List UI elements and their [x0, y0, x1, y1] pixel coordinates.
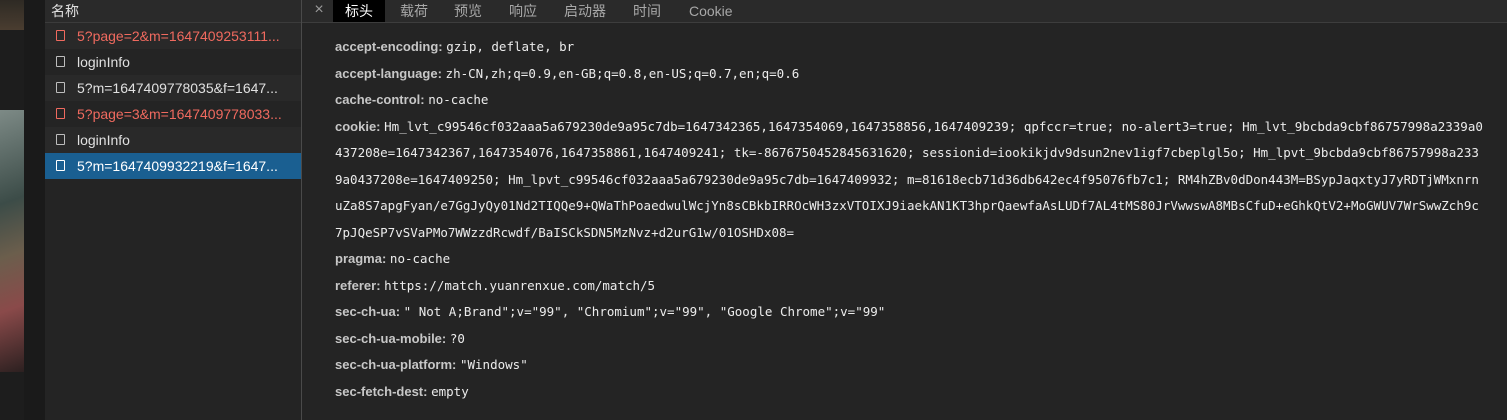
- request-name: loginInfo: [77, 54, 130, 70]
- document-icon: [56, 30, 65, 41]
- header-row: sec-ch-ua-mobile: ?0: [335, 326, 1499, 353]
- header-key: cookie:: [335, 118, 381, 134]
- tab-response[interactable]: 响应: [509, 0, 537, 22]
- tab-preview[interactable]: 预览: [454, 0, 482, 22]
- page-preview-strip: [0, 0, 45, 420]
- header-value: " Not A;Brand";v="99", "Chromium";v="99"…: [403, 304, 886, 319]
- header-key: referer:: [335, 277, 381, 293]
- request-row[interactable]: 5?page=3&m=1647409778033...: [45, 101, 301, 127]
- header-row: cookie: Hm_lvt_c99546cf032aaa5a679230de9…: [335, 114, 1483, 247]
- tab-timing[interactable]: 时间: [633, 0, 661, 22]
- header-key: accept-encoding:: [335, 39, 443, 54]
- request-detail-panel: × 标头 载荷 预览 响应 启动器 时间 Cookie accept-encod…: [302, 0, 1507, 420]
- document-icon: [56, 134, 65, 145]
- request-list-panel: 名称 5?page=2&m=1647409253111... loginInfo…: [45, 0, 302, 420]
- header-row: sec-fetch-dest: empty: [335, 379, 1499, 406]
- header-value: empty: [431, 383, 469, 399]
- tab-initiator[interactable]: 启动器: [564, 0, 606, 22]
- header-value: gzip, deflate, br: [446, 39, 575, 54]
- request-headers-list: accept-encoding: gzip, deflate, br accep…: [335, 34, 1499, 405]
- header-value: Hm_lvt_c99546cf032aaa5a679230de9a95c7db=…: [335, 118, 1483, 240]
- header-row: pragma: no-cache: [335, 246, 1499, 273]
- header-value: https://match.yuanrenxue.com/match/5: [384, 277, 656, 293]
- header-value: ?0: [449, 330, 465, 346]
- document-icon: [56, 82, 65, 93]
- document-icon: [56, 56, 65, 67]
- request-name: loginInfo: [77, 132, 130, 148]
- header-key: sec-fetch-dest:: [335, 383, 428, 399]
- request-row[interactable]: 5?m=1647409932219&f=1647...: [45, 153, 301, 179]
- header-row: cache-control: no-cache: [335, 87, 1499, 114]
- header-value: no-cache: [428, 92, 489, 107]
- header-row: accept-encoding: gzip, deflate, br: [335, 34, 1499, 61]
- request-list: 5?page=2&m=1647409253111... loginInfo 5?…: [45, 23, 301, 179]
- close-icon[interactable]: ×: [310, 0, 328, 22]
- panel-divider: [24, 0, 45, 420]
- header-value: zh-CN,zh;q=0.9,en-GB;q=0.8,en-US;q=0.7,e…: [445, 65, 800, 81]
- header-row: accept-language: zh-CN,zh;q=0.9,en-GB;q=…: [335, 61, 1499, 88]
- tab-payload[interactable]: 载荷: [400, 0, 428, 22]
- header-key: sec-ch-ua-mobile:: [335, 330, 447, 346]
- header-row: sec-ch-ua-platform: "Windows": [335, 352, 1499, 379]
- request-name: 5?page=2&m=1647409253111...: [77, 28, 280, 44]
- request-row[interactable]: 5?m=1647409778035&f=1647...: [45, 75, 301, 101]
- header-key: accept-language:: [335, 65, 442, 81]
- header-value: no-cache: [389, 251, 451, 266]
- request-row[interactable]: loginInfo: [45, 49, 301, 75]
- page-thumbnail-image: [0, 110, 24, 372]
- request-row[interactable]: loginInfo: [45, 127, 301, 153]
- tab-headers[interactable]: 标头: [333, 0, 385, 22]
- header-key: sec-ch-ua-platform:: [335, 357, 457, 372]
- header-key: cache-control:: [335, 92, 425, 107]
- tab-cookie[interactable]: Cookie: [689, 0, 733, 22]
- header-row: sec-ch-ua: " Not A;Brand";v="99", "Chrom…: [335, 299, 1499, 326]
- header-value: "Windows": [459, 357, 528, 372]
- request-name: 5?page=3&m=1647409778033...: [77, 106, 282, 122]
- document-icon: [56, 160, 65, 171]
- header-row: referer: https://match.yuanrenxue.com/ma…: [335, 273, 1499, 300]
- detail-tab-bar: × 标头 载荷 预览 响应 启动器 时间 Cookie: [302, 0, 1507, 23]
- request-name: 5?m=1647409932219&f=1647...: [77, 158, 278, 174]
- header-key: sec-ch-ua:: [335, 304, 401, 319]
- document-icon: [56, 108, 65, 119]
- request-list-header[interactable]: 名称: [45, 0, 301, 23]
- request-name: 5?m=1647409778035&f=1647...: [77, 80, 278, 96]
- header-key: pragma:: [335, 251, 387, 266]
- request-row[interactable]: 5?page=2&m=1647409253111...: [45, 23, 301, 49]
